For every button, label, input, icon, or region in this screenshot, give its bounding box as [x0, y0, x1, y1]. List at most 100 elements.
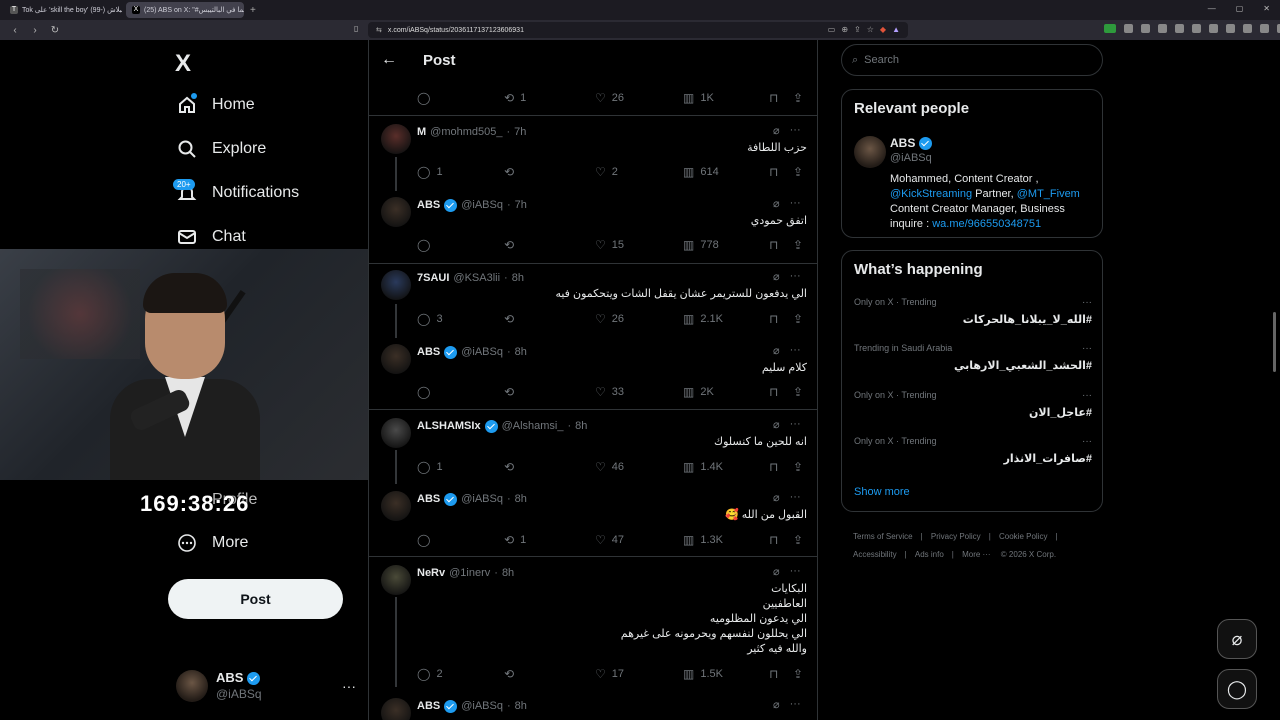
- author-name[interactable]: 7SAUI: [417, 272, 449, 284]
- trend-item[interactable]: Only on X · Trending ··· #صافرات_الانذار: [854, 436, 1092, 465]
- trend-item[interactable]: Only on X · Trending ··· #عاجل_الان: [854, 390, 1092, 419]
- reply-button[interactable]: ◯: [417, 91, 436, 105]
- repost-button[interactable]: ⟲: [504, 238, 520, 252]
- extension-icon[interactable]: [1158, 24, 1167, 33]
- more-options-icon[interactable]: ···: [790, 491, 801, 504]
- forward-icon[interactable]: ›: [30, 25, 40, 36]
- extension-icon[interactable]: [1141, 24, 1150, 33]
- more-options-icon[interactable]: ···: [790, 344, 801, 357]
- bookmark-icon[interactable]: ⊓: [769, 165, 778, 179]
- close-window-icon[interactable]: ✕: [1263, 4, 1270, 13]
- bio-link[interactable]: @KickStreaming: [890, 188, 972, 200]
- more-options-icon[interactable]: ···: [790, 124, 801, 137]
- views-button[interactable]: ▥ 778: [683, 238, 719, 252]
- extension-icon[interactable]: [1104, 24, 1116, 33]
- more-options-icon[interactable]: ···: [790, 418, 801, 431]
- author-handle[interactable]: @1inerv: [449, 567, 490, 579]
- reply-button[interactable]: ◯ 1: [417, 460, 443, 474]
- repost-button[interactable]: ⟲: [504, 667, 520, 681]
- nav-home[interactable]: Home: [176, 90, 255, 120]
- avatar[interactable]: [854, 136, 886, 168]
- author-handle[interactable]: @mohmd505_: [430, 126, 502, 138]
- share-icon[interactable]: ⇪: [793, 238, 803, 252]
- footer-link[interactable]: Cookie Policy: [999, 532, 1047, 541]
- star-icon[interactable]: ☆: [867, 25, 874, 34]
- like-button[interactable]: ♡ 2: [595, 165, 618, 179]
- author-name[interactable]: ALSHAMSIx: [417, 420, 481, 432]
- views-button[interactable]: ▥ 2K: [683, 385, 714, 399]
- bookmark-icon[interactable]: ⊓: [769, 385, 778, 399]
- share-icon[interactable]: ⇪: [793, 533, 803, 547]
- trend-item[interactable]: Only on X · Trending ··· #الله_لا_يبلانا…: [854, 297, 1092, 326]
- back-arrow-icon[interactable]: ←: [381, 51, 401, 69]
- timestamp[interactable]: 8h: [512, 272, 524, 284]
- repost-button[interactable]: ⟲: [504, 460, 520, 474]
- author-handle[interactable]: @iABSq: [461, 700, 503, 712]
- zoom-icon[interactable]: ⊕: [841, 25, 848, 34]
- reply-button[interactable]: ◯: [417, 385, 436, 399]
- account-switcher[interactable]: ABS @iABSq ···: [176, 666, 356, 706]
- share-icon[interactable]: ⇪: [854, 25, 861, 34]
- share-icon[interactable]: ⇪: [793, 91, 803, 105]
- share-icon[interactable]: ⇪: [793, 385, 803, 399]
- extension-icon[interactable]: [1192, 24, 1201, 33]
- extension-icon[interactable]: [1175, 24, 1184, 33]
- trend-item[interactable]: Trending in Saudi Arabia ··· #الحشد_الشع…: [854, 343, 1092, 372]
- footer-link[interactable]: Terms of Service: [853, 532, 913, 541]
- author-name[interactable]: NeRv: [417, 567, 445, 579]
- bookmark-icon[interactable]: ⊓: [769, 238, 778, 252]
- timestamp[interactable]: 8h: [575, 420, 587, 432]
- repost-button[interactable]: ⟲: [504, 312, 520, 326]
- repost-button[interactable]: ⟲ 1: [504, 533, 526, 547]
- rewards-icon[interactable]: ▲: [892, 25, 900, 34]
- share-icon[interactable]: ⇪: [793, 667, 803, 681]
- maximize-icon[interactable]: ▢: [1236, 4, 1244, 13]
- reply-button[interactable]: ◯ 2: [417, 667, 443, 681]
- footer-link[interactable]: More ···: [962, 550, 990, 559]
- grok-icon[interactable]: ⌀: [773, 197, 780, 210]
- author-handle[interactable]: @iABSq: [461, 493, 503, 505]
- more-options-icon[interactable]: ···: [1082, 343, 1092, 354]
- author-handle[interactable]: @iABSq: [461, 346, 503, 358]
- new-tab-icon[interactable]: +: [250, 5, 256, 16]
- views-button[interactable]: ▥ 1K: [683, 91, 714, 105]
- share-icon[interactable]: ⇪: [793, 165, 803, 179]
- more-options-icon[interactable]: ···: [790, 565, 801, 578]
- footer-link[interactable]: Privacy Policy: [931, 532, 981, 541]
- bookmark-icon[interactable]: ⊓: [769, 533, 778, 547]
- x-logo[interactable]: X: [175, 50, 191, 78]
- like-button[interactable]: ♡ 26: [595, 312, 624, 326]
- browser-tab-2[interactable]: X (25) ABS on X: "#ميما في البالتيبس ✕: [126, 2, 244, 18]
- more-options-icon[interactable]: ···: [1082, 436, 1092, 447]
- author-name[interactable]: ABS: [417, 346, 440, 358]
- repost-button[interactable]: ⟲: [504, 165, 520, 179]
- bio-link[interactable]: wa.me/966550348751: [932, 218, 1041, 230]
- post-button[interactable]: Post: [168, 579, 343, 619]
- bookmark-icon[interactable]: ▯: [354, 24, 358, 33]
- avatar[interactable]: [381, 491, 411, 521]
- show-more-link[interactable]: Show more: [854, 486, 910, 498]
- chat-bubble-icon[interactable]: ◯: [1217, 669, 1257, 709]
- timestamp[interactable]: 8h: [502, 567, 514, 579]
- repost-button[interactable]: ⟲ 1: [504, 91, 526, 105]
- like-button[interactable]: ♡ 33: [595, 385, 624, 399]
- author-handle[interactable]: @Alshamsi_: [502, 420, 564, 432]
- scrollbar[interactable]: [1273, 312, 1276, 372]
- more-options-icon[interactable]: ···: [790, 698, 801, 711]
- more-options-icon[interactable]: ···: [790, 197, 801, 210]
- grok-icon[interactable]: ⌀: [773, 418, 780, 431]
- timestamp[interactable]: 7h: [514, 126, 526, 138]
- avatar[interactable]: [381, 565, 411, 595]
- bio-link[interactable]: @MT_Fivem: [1017, 188, 1080, 200]
- grok-icon[interactable]: ⌀: [773, 124, 780, 137]
- author-handle[interactable]: @iABSq: [461, 199, 503, 211]
- reply-button[interactable]: ◯ 3: [417, 312, 443, 326]
- extension-icon[interactable]: [1260, 24, 1269, 33]
- grok-icon[interactable]: ⌀: [773, 270, 780, 283]
- grok-icon[interactable]: ⌀: [773, 565, 780, 578]
- like-button[interactable]: ♡ 15: [595, 238, 624, 252]
- share-icon[interactable]: ⇪: [793, 460, 803, 474]
- nav-explore[interactable]: Explore: [176, 134, 266, 164]
- timestamp[interactable]: 8h: [515, 346, 527, 358]
- reply-button[interactable]: ◯ 1: [417, 165, 443, 179]
